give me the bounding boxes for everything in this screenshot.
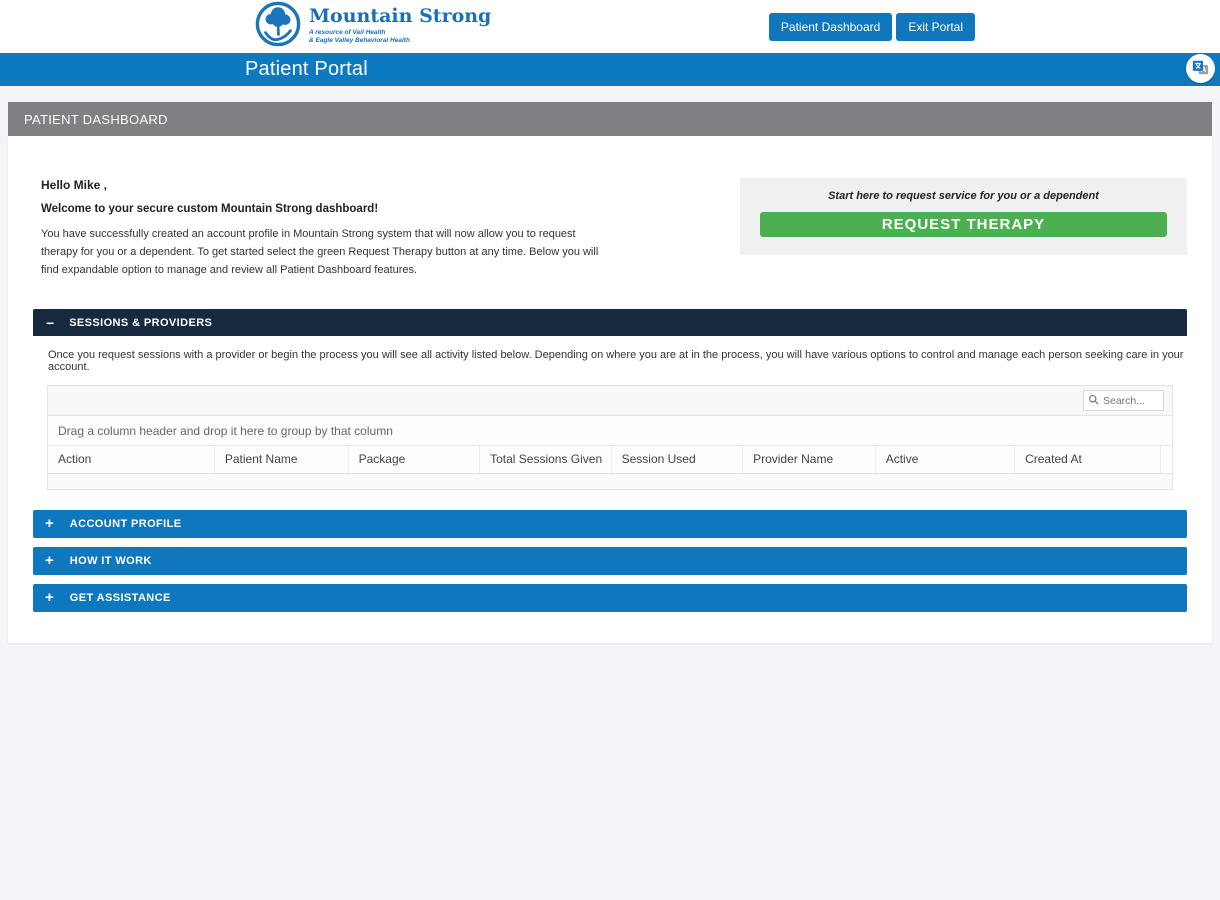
accordion-account-profile-label: ACCOUNT PROFILE <box>70 518 182 530</box>
sessions-providers-header[interactable]: − SESSIONS & PROVIDERS <box>33 309 1187 336</box>
column-header-action[interactable]: Action <box>48 446 214 474</box>
welcome-subtitle: Welcome to your secure custom Mountain S… <box>41 203 613 215</box>
column-header-total-sessions-given[interactable]: Total Sessions Given <box>480 446 612 474</box>
table-empty-row <box>48 474 1172 489</box>
column-header-created-at[interactable]: Created At <box>1015 446 1160 474</box>
welcome-text-block: Hello Mike , Welcome to your secure cust… <box>33 178 613 279</box>
translate-button[interactable] <box>1186 54 1215 83</box>
patient-dashboard-bar-title: PATIENT DASHBOARD <box>24 112 168 127</box>
plus-icon: + <box>45 590 54 605</box>
column-header-session-used[interactable]: Session Used <box>611 446 743 474</box>
accordion-how-it-work[interactable]: + HOW IT WORK <box>33 547 1187 575</box>
logo-tagline: A resource of Vail Health & Eagle Valley… <box>309 29 491 45</box>
top-header: Mountain Strong A resource of Vail Healt… <box>0 0 1220 53</box>
dashboard-body: Hello Mike , Welcome to your secure cust… <box>8 136 1212 643</box>
greeting-text: Hello Mike , <box>41 178 613 192</box>
logo-tagline-line1: A resource of Vail Health <box>309 29 491 37</box>
accordion-account-profile[interactable]: + ACCOUNT PROFILE <box>33 510 1187 538</box>
collapse-icon[interactable]: − <box>46 316 54 330</box>
logo-text: Mountain Strong A resource of Vail Healt… <box>309 7 491 45</box>
portal-bar: Patient Portal <box>0 53 1220 86</box>
column-header-package[interactable]: Package <box>348 446 480 474</box>
column-header-spacer <box>1160 446 1172 474</box>
exit-portal-button[interactable]: Exit Portal <box>896 13 975 41</box>
sessions-providers-panel: − SESSIONS & PROVIDERS Once you request … <box>33 309 1187 490</box>
accordion-get-assistance-label: GET ASSISTANCE <box>70 592 171 604</box>
plus-icon: + <box>45 553 54 568</box>
grid-group-drop-area[interactable]: Drag a column header and drop it here to… <box>48 416 1172 446</box>
patient-dashboard-bar: PATIENT DASHBOARD <box>8 102 1212 136</box>
sessions-table: Action Patient Name Package Total Sessio… <box>48 446 1172 489</box>
mountain-strong-tree-logo-icon <box>255 1 301 52</box>
sessions-grid: Drag a column header and drop it here to… <box>47 385 1173 490</box>
sessions-providers-description: Once you request sessions with a provide… <box>48 349 1187 373</box>
grid-group-hint: Drag a column header and drop it here to… <box>58 424 393 438</box>
accordion-how-it-work-label: HOW IT WORK <box>70 555 152 567</box>
search-icon <box>1088 392 1099 410</box>
sessions-providers-title: SESSIONS & PROVIDERS <box>69 317 212 329</box>
table-header-row: Action Patient Name Package Total Sessio… <box>48 446 1172 474</box>
column-header-active[interactable]: Active <box>875 446 1014 474</box>
patient-dashboard-button[interactable]: Patient Dashboard <box>769 13 892 41</box>
request-therapy-button[interactable]: REQUEST THERAPY <box>760 212 1167 237</box>
search-input[interactable] <box>1103 395 1159 407</box>
header-buttons: Patient Dashboard Exit Portal <box>769 13 975 41</box>
translate-icon <box>1192 59 1209 79</box>
grid-toolbar <box>48 386 1172 416</box>
mountain-strong-logo: Mountain Strong A resource of Vail Healt… <box>255 1 491 52</box>
logo-tagline-line2: & Eagle Valley Behavioral Health <box>309 37 491 45</box>
grid-search-box <box>1083 390 1164 411</box>
welcome-section: Hello Mike , Welcome to your secure cust… <box>33 178 1187 279</box>
column-header-patient-name[interactable]: Patient Name <box>214 446 348 474</box>
column-header-provider-name[interactable]: Provider Name <box>743 446 876 474</box>
plus-icon: + <box>45 516 54 531</box>
patient-dashboard-card: PATIENT DASHBOARD Hello Mike , Welcome t… <box>8 102 1212 643</box>
page-title: Patient Portal <box>245 58 368 81</box>
logo-title: Mountain Strong <box>309 7 491 27</box>
welcome-body-text: You have successfully created an account… <box>41 225 613 279</box>
request-therapy-box: Start here to request service for you or… <box>740 178 1187 255</box>
accordion-get-assistance[interactable]: + GET ASSISTANCE <box>33 584 1187 612</box>
request-therapy-hint: Start here to request service for you or… <box>760 190 1167 202</box>
